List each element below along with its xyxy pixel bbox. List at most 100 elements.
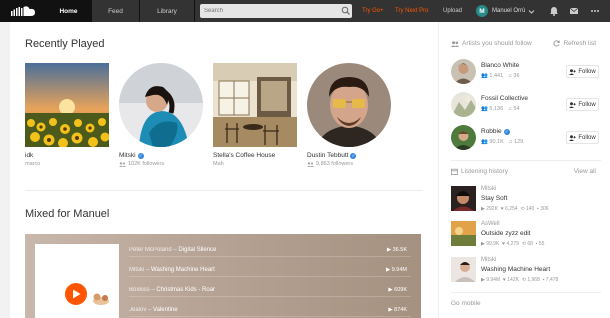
user-avatar[interactable]: M	[476, 5, 488, 17]
refresh-list-button[interactable]: Refresh list	[553, 40, 596, 47]
artist-name[interactable]: Robbie ✓	[481, 128, 510, 135]
recent-item-idk[interactable]: idk marco	[25, 63, 109, 167]
recent-item-followers: 9,863 followers	[307, 161, 391, 167]
tab-home[interactable]: Home	[46, 0, 92, 22]
add-user-icon	[569, 68, 577, 75]
play-icon	[72, 289, 80, 299]
track-title: Valentine	[153, 307, 178, 313]
mix-track-row[interactable]: Boxkiss – Christmas Kids - Roar ▶ 609K	[129, 284, 411, 297]
tab-feed[interactable]: Feed	[92, 0, 140, 22]
listening-history-header[interactable]: Listening history	[451, 168, 508, 175]
recent-item-title[interactable]: Mitski ✓	[119, 152, 203, 159]
track-artwork[interactable]	[451, 186, 476, 211]
track-artist: Peter McPoland	[129, 247, 172, 253]
tab-library[interactable]: Library	[140, 0, 195, 22]
chevron-down-icon	[529, 9, 535, 14]
search-input[interactable]	[200, 4, 352, 18]
recent-item-title[interactable]: Dustin Tebbutt ✓	[307, 152, 391, 159]
album-art-sunflowers[interactable]	[25, 63, 109, 147]
user-name: Manuel Orrù	[492, 8, 526, 14]
mixed-for-title: Mixed for Manuel	[25, 208, 110, 220]
follow-button[interactable]: Follow	[566, 131, 599, 144]
add-user-icon	[569, 134, 577, 141]
followers-icon	[307, 161, 314, 167]
user-menu[interactable]: Manuel Orrù	[492, 0, 535, 22]
history-track-row: Mitski Stay Soft ▶ 292K ♥ 6,254 ⟲ 140 ▪ …	[451, 186, 601, 216]
follow-button[interactable]: Follow	[566, 98, 599, 111]
sidebar-divider	[451, 160, 601, 161]
track-artist: Boxkiss	[129, 287, 150, 293]
mix-cover-art[interactable]	[35, 244, 119, 318]
messages-icon[interactable]	[569, 6, 579, 16]
add-user-icon	[569, 101, 577, 108]
play-button[interactable]	[65, 283, 87, 305]
refresh-icon	[553, 40, 561, 47]
track-stats: ▶ 292K ♥ 6,254 ⟲ 140 ▪ 306	[481, 206, 549, 212]
view-all-link[interactable]: View all	[574, 168, 596, 175]
suggested-artist-row: Fossil Collective 👥 5,136 ♫ 54 Follow	[451, 92, 599, 120]
track-play-count: ▶ 874K	[388, 307, 407, 313]
artist-avatar[interactable]	[451, 59, 476, 84]
section-divider	[25, 190, 423, 191]
try-next-pro-link[interactable]: Try Next Pro	[395, 0, 428, 22]
track-title[interactable]: Outside zyzz edit	[481, 230, 531, 237]
track-title[interactable]: Stay Soft	[481, 195, 507, 202]
cartoon-sticker-icon	[93, 293, 109, 305]
followers-icon	[119, 161, 126, 167]
track-artist: Jealov	[129, 307, 147, 313]
track-artwork[interactable]	[451, 221, 476, 246]
track-artist[interactable]: Mitski	[481, 257, 496, 263]
top-nav-bar: Home Feed Library Try Go+ Try Next Pro U…	[0, 0, 610, 22]
recent-item-dustin-tebbutt[interactable]: Dustin Tebbutt ✓ 9,863 followers	[307, 63, 391, 167]
track-stats: ▶ 99.9K ♥ 4,279 ⟲ 68 ▪ 55	[481, 241, 545, 247]
artist-avatar-mitski[interactable]	[119, 63, 203, 147]
artist-stats: 👥 90.1K ♫ 129	[481, 139, 524, 145]
album-art-coffee-house[interactable]	[213, 63, 297, 147]
artist-avatar[interactable]	[451, 92, 476, 117]
mix-track-row[interactable]: Mitski – Washing Machine Heart ▶ 9.94M	[129, 264, 411, 277]
calendar-icon	[451, 168, 458, 175]
track-title[interactable]: Washing Machine Heart	[481, 266, 550, 273]
mix-track-row[interactable]: Jealov – Valentine ▶ 874K	[129, 304, 411, 317]
artist-stats: 👥 5,136 ♫ 54	[481, 106, 520, 112]
track-title: Digital Silence	[178, 247, 217, 253]
mix-playlist-panel: Peter McPoland – Digital Silence ▶ 36.5K…	[25, 234, 421, 318]
artist-name[interactable]: Fossil Collective	[481, 95, 528, 102]
history-track-row: Mitski Washing Machine Heart ▶ 9.94M ♥ 1…	[451, 257, 601, 287]
recent-item-title[interactable]: Stella's Coffee House	[213, 152, 297, 159]
more-options-icon[interactable]	[590, 6, 600, 16]
notifications-bell-icon[interactable]	[549, 6, 559, 16]
track-artwork[interactable]	[451, 257, 476, 282]
track-play-count: ▶ 609K	[388, 287, 407, 293]
users-icon	[451, 40, 459, 47]
artist-avatar-dustin-tebbutt[interactable]	[307, 63, 391, 147]
recent-item-subtitle[interactable]: Mah	[213, 161, 297, 167]
soundcloud-logo-icon[interactable]	[0, 0, 46, 22]
search-icon[interactable]	[341, 6, 351, 16]
try-go-plus-link[interactable]: Try Go+	[362, 0, 384, 22]
track-artist[interactable]: AsWell	[481, 221, 500, 227]
sidebar-divider	[451, 292, 601, 293]
right-sidebar: Artists you should follow Refresh list B…	[438, 22, 610, 318]
recent-item-subtitle[interactable]: marco	[25, 161, 109, 167]
recent-item-mitski[interactable]: Mitski ✓ 102K followers	[119, 63, 203, 167]
suggested-artist-row: Robbie ✓ 👥 90.1K ♫ 129 Follow	[451, 125, 599, 153]
recent-item-title[interactable]: idk	[25, 152, 109, 159]
upload-link[interactable]: Upload	[443, 0, 462, 22]
artist-name[interactable]: Blanco White	[481, 62, 519, 69]
track-play-count: ▶ 9.94M	[385, 267, 407, 273]
artist-avatar[interactable]	[451, 125, 476, 150]
track-artist[interactable]: Mitski	[481, 186, 496, 192]
artists-to-follow-header: Artists you should follow	[451, 40, 532, 47]
track-stats: ▶ 9.94M ♥ 142K ⟲ 1,968 ▪ 7,478	[481, 277, 559, 283]
follow-button[interactable]: Follow	[566, 65, 599, 78]
track-title: Christmas Kids - Roar	[156, 287, 216, 293]
suggested-artist-row: Blanco White 👥 1,441 ♫ 36 Follow	[451, 59, 599, 87]
verified-badge-icon: ✓	[503, 128, 510, 135]
artist-stats: 👥 1,441 ♫ 36	[481, 73, 520, 79]
history-track-row: AsWell Outside zyzz edit ▶ 99.9K ♥ 4,279…	[451, 221, 601, 251]
verified-badge-icon: ✓	[350, 152, 357, 159]
mix-track-row[interactable]: Peter McPoland – Digital Silence ▶ 36.5K	[129, 244, 411, 257]
go-mobile-link[interactable]: Go mobile	[451, 300, 481, 307]
recent-item-stellas-coffee-house[interactable]: Stella's Coffee House Mah	[213, 63, 297, 167]
